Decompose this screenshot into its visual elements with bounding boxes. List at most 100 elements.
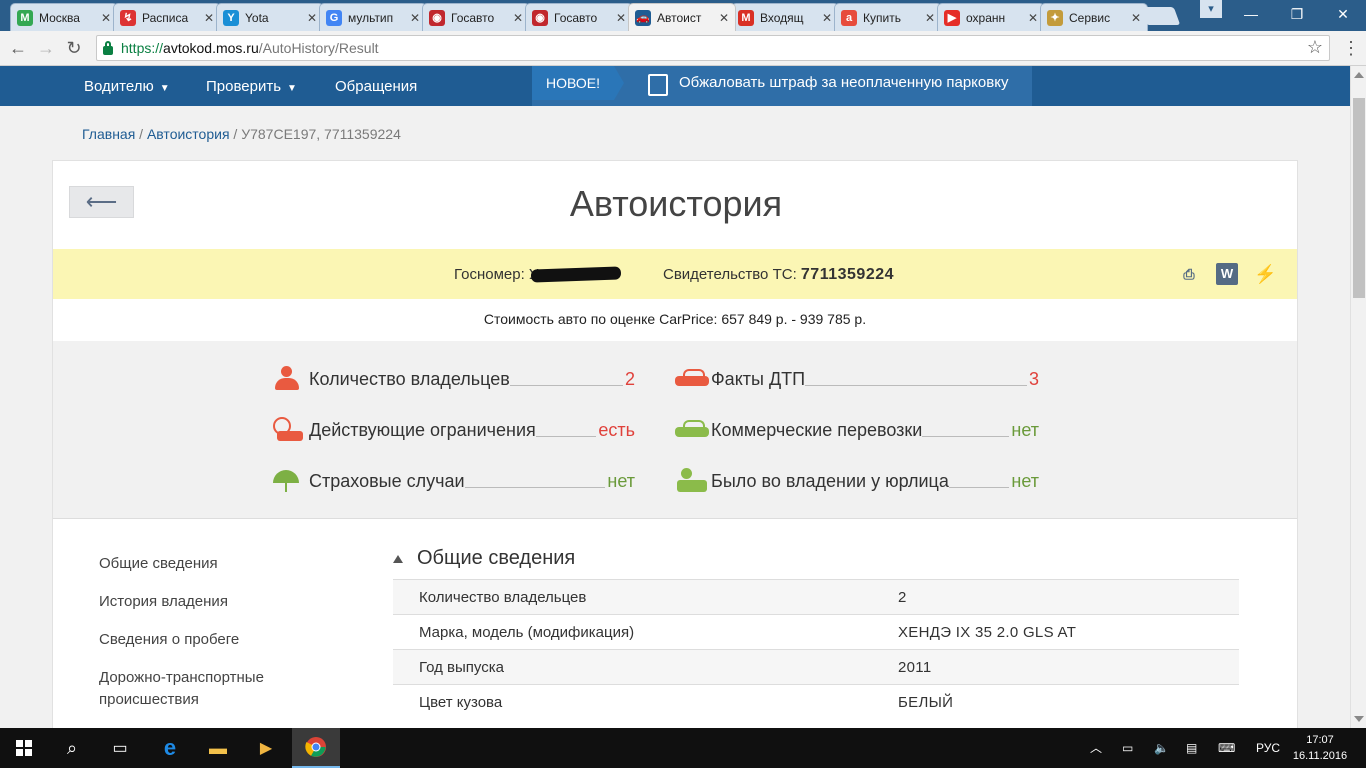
action-center-icon[interactable]: ▤: [1186, 728, 1197, 768]
row-key: Год выпуска: [419, 658, 504, 676]
tab-close-icon[interactable]: ✕: [1028, 11, 1038, 25]
row-value: 2: [898, 588, 907, 606]
tab-close-icon[interactable]: ✕: [925, 11, 935, 25]
summary-item[interactable]: Коммерческие перевозки нет: [675, 417, 1039, 441]
browser-tab[interactable]: ↯ Расписа ✕: [113, 3, 221, 31]
summary-item[interactable]: Действующие ограничения есть: [273, 417, 635, 441]
tab-close-icon[interactable]: ✕: [719, 11, 729, 25]
start-button[interactable]: [0, 728, 48, 768]
browser-tab[interactable]: ◉ Госавто ✕: [525, 3, 633, 31]
breadcrumb-autohistory[interactable]: Автоистория: [147, 126, 230, 142]
forward-arrow-icon[interactable]: →: [34, 37, 58, 59]
language-indicator[interactable]: РУС: [1256, 728, 1280, 768]
scroll-down-icon[interactable]: [1354, 716, 1364, 722]
media-player-icon[interactable]: ▶: [242, 728, 290, 768]
page-content: Главная / Автоистория / У787СЕ197, 77113…: [0, 106, 1350, 728]
scroll-up-icon[interactable]: [1354, 72, 1364, 78]
sidebar-link[interactable]: Сведения о пробеге: [99, 629, 289, 651]
summary-item[interactable]: Количество владельцев 2: [273, 366, 635, 390]
row-key: Цвет кузова: [419, 693, 503, 711]
bookmark-star-icon[interactable]: ☆: [1307, 37, 1323, 58]
row-key: Марка, модель (модификация): [419, 623, 635, 641]
breadcrumb-home[interactable]: Главная: [82, 126, 135, 142]
clock-date: 16.11.2016: [1292, 750, 1348, 762]
tab-close-icon[interactable]: ✕: [822, 11, 832, 25]
reload-icon[interactable]: ↻: [62, 37, 86, 59]
restriction-icon: [273, 417, 303, 441]
tab-close-icon[interactable]: ✕: [101, 11, 111, 25]
promo-chevron: [614, 66, 624, 100]
keyboard-icon[interactable]: ⌨: [1218, 728, 1235, 768]
summary-label: Действующие ограничения: [309, 420, 536, 440]
browser-tab[interactable]: M Входящ ✕: [731, 3, 839, 31]
task-view-icon[interactable]: ▭: [96, 728, 144, 768]
tab-title: Госавто: [554, 10, 598, 25]
table-row: Цвет кузова БЕЛЫЙ: [393, 684, 1239, 719]
word-export-icon[interactable]: W: [1216, 263, 1238, 285]
browser-tab[interactable]: 🚗 Автоист ✕: [628, 3, 736, 31]
battery-icon[interactable]: ▭: [1122, 728, 1133, 768]
nav-appeals[interactable]: Обращения: [335, 66, 417, 106]
summary-item[interactable]: Было во владении у юрлица нет: [675, 468, 1039, 492]
promo-banner[interactable]: НОВОЕ! Обжаловать штраф за неоплаченную …: [532, 66, 1032, 106]
tab-close-icon[interactable]: ✕: [513, 11, 523, 25]
minimize-icon[interactable]: —: [1228, 0, 1274, 28]
browser-tab[interactable]: ▶ охранн ✕: [937, 3, 1045, 31]
sidebar-link[interactable]: Общие сведения: [99, 553, 289, 575]
profile-icon[interactable]: ▾: [1200, 0, 1222, 18]
sidebar-link[interactable]: История владения: [99, 591, 289, 613]
tray-chevron-icon[interactable]: ︿: [1090, 728, 1102, 768]
chrome-taskbar-icon[interactable]: [292, 728, 340, 768]
browser-tab[interactable]: ✦ Сервис ✕: [1040, 3, 1148, 31]
page-title: Автоистория: [569, 183, 783, 224]
summary-value: 2: [624, 369, 635, 389]
document-icon: [648, 74, 668, 96]
nav-drivers[interactable]: Водителю ▼: [84, 66, 170, 106]
breadcrumb: Главная / Автоистория / У787СЕ197, 77113…: [82, 126, 401, 142]
browser-tab[interactable]: M Москва ✕: [10, 3, 118, 31]
car-crash-icon: [675, 366, 709, 390]
tab-title: Москва: [39, 10, 80, 25]
tab-favicon-icon: G: [326, 9, 342, 26]
new-tab-button[interactable]: [1139, 7, 1181, 25]
browser-tab[interactable]: Gмультип ✕: [319, 3, 427, 31]
clock[interactable]: 17:07 16.11.2016: [1292, 732, 1348, 764]
sidebar-link[interactable]: Дорожно-транспортные происшествия: [99, 667, 289, 711]
breadcrumb-current: У787СЕ197, 7711359224: [241, 126, 401, 142]
scroll-thumb[interactable]: [1353, 98, 1365, 298]
taxi-icon: [675, 417, 709, 441]
row-value: ХЕНДЭ IX 35 2.0 GLS AT: [898, 623, 1077, 641]
browser-menu-icon[interactable]: ⋮: [1342, 38, 1360, 58]
tab-close-icon[interactable]: ✕: [1131, 11, 1141, 25]
file-explorer-icon[interactable]: ▬: [194, 728, 242, 768]
summary-item[interactable]: Факты ДТП 3: [675, 366, 1039, 390]
print-icon[interactable]: ⎙: [1178, 263, 1200, 285]
pdf-export-icon[interactable]: ⚡: [1254, 263, 1276, 285]
url-path: /AutoHistory/Result: [258, 40, 379, 56]
nav-check[interactable]: Проверить ▼: [206, 66, 297, 106]
summary-value: 3: [1028, 369, 1039, 389]
edge-icon[interactable]: e: [146, 728, 194, 768]
summary-item[interactable]: Страховые случаи нет: [273, 468, 635, 492]
nav-check-label: Проверить: [206, 78, 282, 95]
tab-close-icon[interactable]: ✕: [307, 11, 317, 25]
section-general-header[interactable]: Общие сведения: [393, 547, 575, 570]
maximize-icon[interactable]: ❐: [1274, 0, 1320, 28]
browser-tab[interactable]: Y Yota ✕: [216, 3, 324, 31]
summary-panel: Количество владельцев 2 Факты ДТП 3 Действую…: [53, 341, 1297, 519]
volume-icon[interactable]: 🔈: [1154, 728, 1169, 768]
page-scrollbar[interactable]: [1350, 66, 1366, 728]
tab-close-icon[interactable]: ✕: [204, 11, 214, 25]
promo-new-badge: НОВОЕ!: [532, 66, 614, 100]
tab-close-icon[interactable]: ✕: [410, 11, 420, 25]
summary-value: нет: [1011, 420, 1039, 440]
back-arrow-icon[interactable]: ←: [6, 37, 30, 59]
windows-logo-icon: [16, 740, 32, 756]
close-window-icon[interactable]: ✕: [1320, 0, 1366, 28]
browser-tab[interactable]: a Купить ✕: [834, 3, 942, 31]
tab-favicon-icon: ◉: [532, 9, 548, 26]
search-icon[interactable]: ⌕: [48, 728, 96, 768]
browser-tab[interactable]: ◉ Госавто ✕: [422, 3, 530, 31]
tab-close-icon[interactable]: ✕: [616, 11, 626, 25]
address-bar[interactable]: https:// avtokod.mos.ru /AutoHistory/Res…: [96, 35, 1330, 61]
